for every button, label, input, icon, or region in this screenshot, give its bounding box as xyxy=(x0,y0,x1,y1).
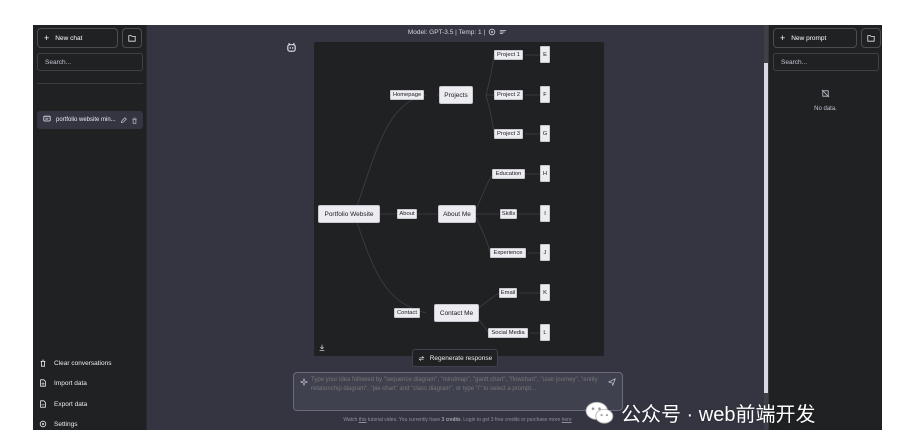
footer-prefix: Watch xyxy=(343,417,359,423)
subitem-node[interactable]: Email xyxy=(499,288,517,298)
scrollbar-thumb[interactable] xyxy=(764,63,768,393)
app-window: + New chat portfolio website min... Clea… xyxy=(33,25,882,430)
wechat-logo-icon xyxy=(585,401,614,424)
send-icon[interactable] xyxy=(608,378,616,386)
model-info-bar: Model: GPT-3.5 | Temp: 1 | xyxy=(147,28,768,36)
footer-suffix: . Login to get 3 free credits or purchas… xyxy=(460,417,562,423)
edge-label-about: About xyxy=(397,209,417,219)
subitem-node[interactable]: Education xyxy=(492,169,525,179)
import-data-label: Import data xyxy=(54,379,87,387)
new-chat-button[interactable]: + New chat xyxy=(37,28,118,48)
edge-label-contact: Contact xyxy=(394,308,420,318)
leaf-node[interactable]: L xyxy=(540,324,550,341)
mindmap-diagram: Portfolio Website Homepage About Contact… xyxy=(314,42,604,356)
no-data-icon xyxy=(821,89,830,98)
credits-count: 3 credits xyxy=(441,417,461,423)
plus-icon: + xyxy=(780,33,786,43)
new-chat-label: New chat xyxy=(55,34,83,42)
clear-conversations-label: Clear conversations xyxy=(54,359,112,367)
edge-label-homepage: Homepage xyxy=(390,90,424,100)
trash-icon xyxy=(38,359,48,367)
folder-plus-icon xyxy=(867,35,875,42)
left-sidebar: + New chat portfolio website min... Clea… xyxy=(33,25,147,430)
chat-main-area: Model: GPT-3.5 | Temp: 1 | Portfolio Web… xyxy=(147,25,768,430)
file-import-icon xyxy=(38,379,48,387)
new-folder-button[interactable] xyxy=(122,28,142,48)
tutorial-link[interactable]: this xyxy=(359,417,367,423)
file-export-icon xyxy=(38,400,48,408)
leaf-node[interactable]: G xyxy=(540,125,550,142)
robot-icon xyxy=(287,42,296,52)
regenerate-response-button[interactable]: Regenerate response xyxy=(412,349,498,367)
right-sidebar: + New prompt No data. xyxy=(769,25,882,430)
prompt-input-box xyxy=(293,372,623,411)
leaf-node[interactable]: H xyxy=(540,165,550,182)
leaf-node[interactable]: F xyxy=(540,86,550,103)
conversation-title: portfolio website min... xyxy=(56,117,116,123)
settings-gear-icon[interactable] xyxy=(488,28,496,36)
subitem-node[interactable]: Project 1 xyxy=(494,50,523,60)
branch-node-contact-me[interactable]: Contact Me xyxy=(434,304,479,322)
clear-lines-icon[interactable] xyxy=(499,28,507,36)
leaf-node[interactable]: E xyxy=(540,46,550,63)
sidebar-divider xyxy=(37,83,143,84)
leaf-node[interactable]: J xyxy=(540,244,550,261)
download-icon[interactable] xyxy=(318,344,326,352)
settings-icon xyxy=(38,420,48,428)
plus-icon: + xyxy=(44,33,50,43)
prompt-textarea[interactable] xyxy=(311,376,601,408)
refresh-icon xyxy=(418,355,425,361)
subitem-node[interactable]: Skills xyxy=(500,209,517,219)
chat-bubble-icon xyxy=(43,115,51,125)
prompt-search-input[interactable] xyxy=(773,53,879,71)
sparkle-icon[interactable] xyxy=(300,378,308,386)
no-data-text: No data. xyxy=(814,106,837,112)
clear-conversations-button[interactable]: Clear conversations xyxy=(38,355,111,371)
export-data-button[interactable]: Export data xyxy=(38,396,87,412)
subitem-node[interactable]: Experience xyxy=(490,248,526,258)
subitem-node[interactable]: Project 2 xyxy=(494,90,523,100)
trash-icon[interactable] xyxy=(131,117,138,124)
mindmap-root-node[interactable]: Portfolio Website xyxy=(318,205,380,223)
export-data-label: Export data xyxy=(54,400,88,408)
subitem-node[interactable]: Social Media xyxy=(488,328,528,338)
leaf-node[interactable]: I xyxy=(540,205,550,222)
new-prompt-button[interactable]: + New prompt xyxy=(773,28,857,48)
watermark: 公众号 · web前端开发 xyxy=(585,398,815,427)
settings-label: Settings xyxy=(54,420,78,428)
branch-node-about-me[interactable]: About Me xyxy=(438,205,476,223)
folder-plus-icon xyxy=(128,35,136,42)
edit-icon[interactable] xyxy=(120,116,127,124)
branch-node-projects[interactable]: Projects xyxy=(439,86,473,104)
settings-button[interactable]: Settings xyxy=(38,416,78,430)
model-info-text: Model: GPT-3.5 | Temp: 1 | xyxy=(407,28,486,36)
purchase-link[interactable]: here xyxy=(562,417,572,423)
chat-search-input[interactable] xyxy=(37,53,143,71)
new-folder-button[interactable] xyxy=(861,28,881,48)
leaf-node[interactable]: K xyxy=(540,284,550,301)
conversation-item[interactable]: portfolio website min... xyxy=(37,111,143,129)
regenerate-label: Regenerate response xyxy=(429,354,493,362)
subitem-node[interactable]: Project 3 xyxy=(494,129,523,139)
watermark-text: 公众号 · web前端开发 xyxy=(621,404,816,426)
import-data-button[interactable]: Import data xyxy=(38,375,87,391)
new-prompt-label: New prompt xyxy=(791,34,827,42)
footer-middle: tutorial video. You currently have xyxy=(366,417,442,423)
